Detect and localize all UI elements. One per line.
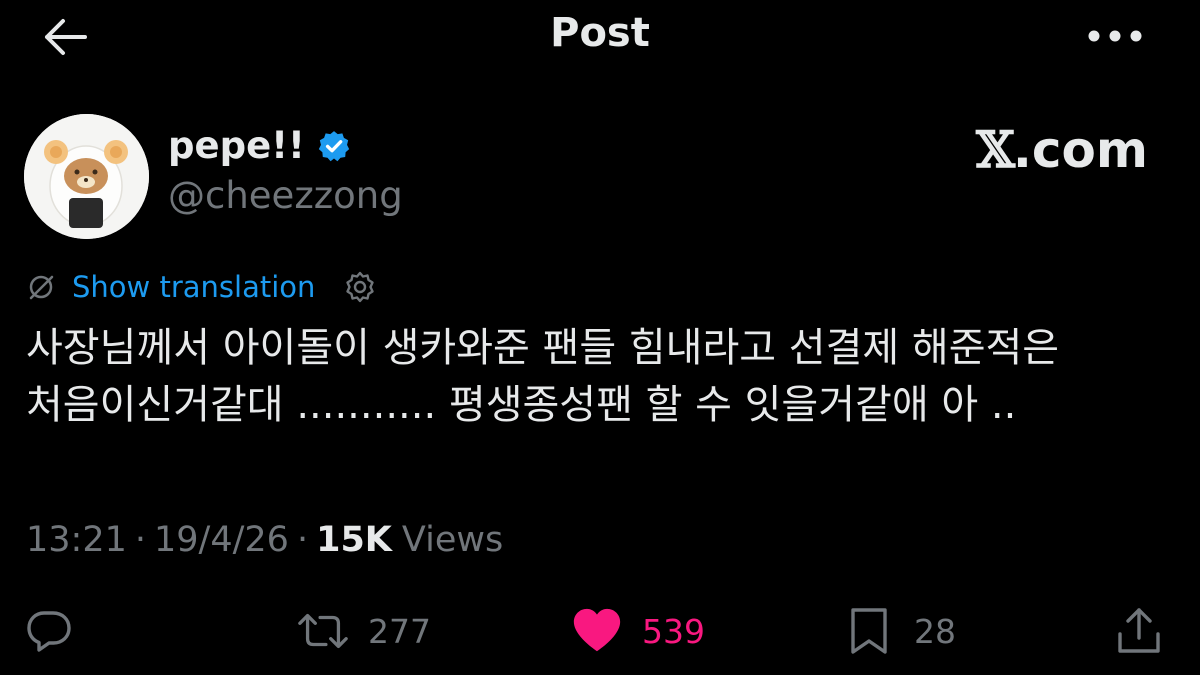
reply-button[interactable] (22, 604, 94, 658)
verified-badge-icon[interactable] (317, 129, 351, 163)
x-logo-glyph: 𝕏 (976, 120, 1015, 179)
post-page: Post pepe!! @cheezzong 𝕏.com Show transl… (0, 0, 1200, 675)
more-options-button[interactable] (1080, 16, 1150, 56)
display-name[interactable]: pepe!! (168, 124, 305, 167)
views-label: Views (401, 520, 504, 560)
more-horizontal-icon (1088, 30, 1142, 42)
views-count: 15K (316, 520, 392, 560)
tweet-date[interactable]: 19/4/26 (154, 520, 289, 560)
reply-icon (22, 604, 76, 658)
tweet-text-line: 처음이신거같대 ........... 평생종성팬 할 수 잇을거같애 아 .. (26, 382, 1017, 428)
share-icon (1112, 604, 1166, 658)
repost-count: 277 (368, 611, 431, 651)
bear-avatar-icon (24, 114, 149, 239)
display-name-row[interactable]: pepe!! (168, 124, 351, 167)
repost-icon (296, 604, 350, 658)
tweet-text-line: 사장님께서 아이돌이 생카와준 팬들 힘내라고 선결제 해준적은 (26, 325, 1060, 371)
bookmark-button[interactable]: 28 (842, 604, 956, 658)
bookmark-count: 28 (914, 611, 956, 651)
show-translation-link[interactable]: Show translation (72, 270, 315, 304)
avatar[interactable] (24, 114, 149, 239)
heart-icon (570, 604, 624, 658)
like-count: 539 (642, 611, 705, 651)
x-com-watermark: 𝕏.com (976, 120, 1148, 179)
tweet-time[interactable]: 13:21 (26, 520, 127, 560)
bookmark-icon (842, 604, 896, 658)
tweet-meta: 13:21 · 19/4/26 · 15K Views (26, 520, 503, 560)
like-button[interactable]: 539 (570, 604, 705, 658)
no-translation-globe-icon (26, 272, 56, 302)
watermark-suffix: .com (1012, 121, 1148, 179)
meta-separator: · (134, 520, 147, 560)
translation-row: Show translation (26, 270, 377, 304)
meta-separator: · (296, 520, 309, 560)
share-button[interactable] (1112, 604, 1166, 658)
repost-button[interactable]: 277 (296, 604, 431, 658)
gear-icon[interactable] (343, 270, 377, 304)
user-handle[interactable]: @cheezzong (168, 174, 403, 217)
page-title: Post (550, 10, 650, 56)
tweet-text: 사장님께서 아이돌이 생카와준 팬들 힘내라고 선결제 해준적은 처음이신거같대… (26, 320, 1176, 434)
